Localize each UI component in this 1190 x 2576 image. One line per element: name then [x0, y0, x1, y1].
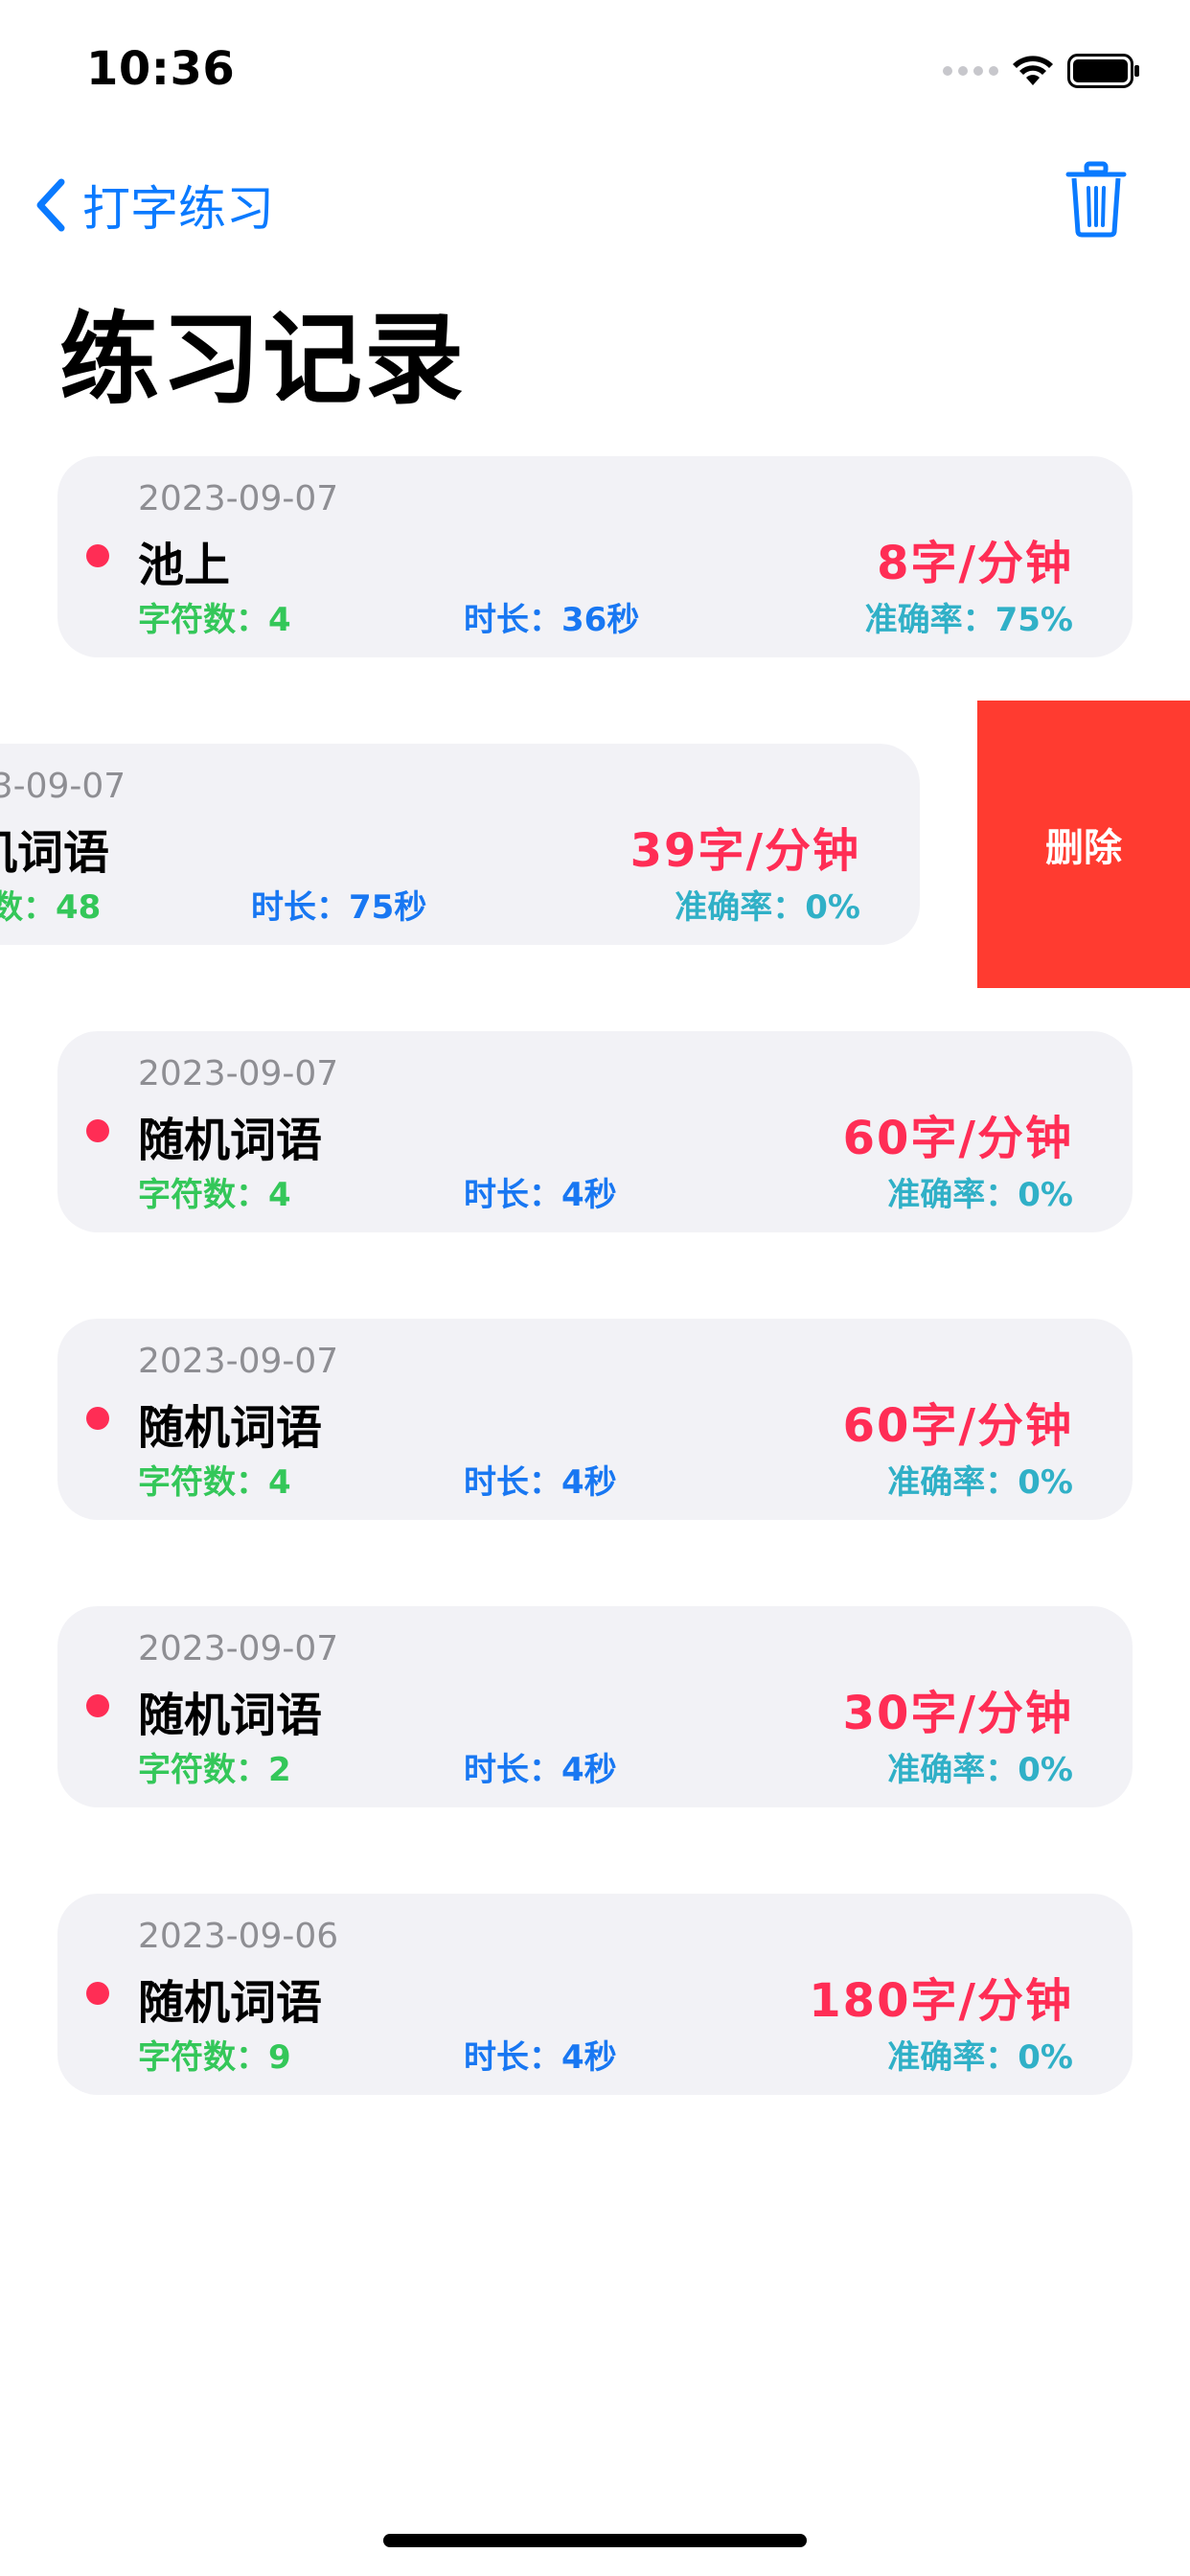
record-card-swiped[interactable]: 2023-09-07 随机词语 39字/分钟 字符数：48 时长：75秒 准确率… [0, 744, 920, 945]
trash-icon[interactable] [1065, 161, 1127, 238]
record-speed: 180字/分钟 [809, 1974, 1073, 2028]
battery-icon [1067, 54, 1139, 88]
record-date: 2023-09-07 [138, 1629, 339, 1668]
record-date: 2023-09-07 [138, 1342, 339, 1381]
record-char-count: 字符数：48 [0, 888, 102, 927]
back-button[interactable]: 打字练习 [34, 171, 274, 240]
record-date: 2023-09-07 [0, 767, 126, 806]
record-duration: 时长：4秒 [464, 2038, 617, 2077]
wifi-icon [1013, 56, 1053, 85]
record-accuracy: 准确率：0% [887, 1751, 1073, 1789]
record-duration: 时长：4秒 [464, 1176, 617, 1214]
record-accuracy: 准确率：0% [887, 1176, 1073, 1214]
record-speed: 60字/分钟 [842, 1399, 1073, 1453]
record-dot [86, 544, 109, 567]
home-indicator[interactable] [383, 2534, 807, 2547]
record-duration: 时长：4秒 [464, 1751, 617, 1789]
record-speed: 60字/分钟 [842, 1112, 1073, 1165]
delete-button[interactable]: 删除 [977, 701, 1190, 988]
record-card[interactable]: 2023-09-07 随机词语 60字/分钟 字符数：4 时长：4秒 准确率：0… [57, 1031, 1133, 1232]
record-speed: 39字/分钟 [629, 824, 860, 878]
screen: 10:36 打字练习 练习记录 2023-09-07 池上 8字/分钟 字符数：… [0, 0, 1190, 2576]
record-char-count: 字符数：4 [138, 1463, 291, 1502]
record-card[interactable]: 2023-09-07 池上 8字/分钟 字符数：4 时长：36秒 准确率：75% [57, 456, 1133, 657]
record-accuracy: 准确率：75% [864, 601, 1073, 639]
record-duration: 时长：4秒 [464, 1463, 617, 1502]
chevron-left-icon [36, 178, 65, 232]
record-card[interactable]: 2023-09-07 随机词语 60字/分钟 字符数：4 时长：4秒 准确率：0… [57, 1319, 1133, 1520]
record-card[interactable]: 2023-09-06 随机词语 180字/分钟 字符数：9 时长：4秒 准确率：… [57, 1894, 1133, 2095]
record-dot [86, 1407, 109, 1430]
record-accuracy: 准确率：0% [675, 888, 860, 927]
record-dot [86, 1982, 109, 2005]
record-char-count: 字符数：4 [138, 601, 291, 639]
record-card[interactable]: 2023-09-07 随机词语 30字/分钟 字符数：2 时长：4秒 准确率：0… [57, 1606, 1133, 1807]
record-duration: 时长：75秒 [251, 888, 427, 927]
record-title: 随机词语 [138, 1689, 323, 1742]
record-dot [86, 1119, 109, 1142]
status-icons [943, 52, 1140, 90]
record-char-count: 字符数：2 [138, 1751, 291, 1789]
record-duration: 时长：36秒 [464, 601, 640, 639]
record-date: 2023-09-06 [138, 1917, 339, 1956]
back-label: 打字练习 [82, 181, 274, 237]
record-title: 随机词语 [138, 1976, 323, 2030]
record-accuracy: 准确率：0% [887, 2038, 1073, 2077]
cellular-signal-icon [943, 66, 998, 76]
record-dot [86, 1694, 109, 1717]
page-title: 练习记录 [59, 301, 467, 418]
record-accuracy: 准确率：0% [887, 1463, 1073, 1502]
record-title: 随机词语 [0, 826, 110, 880]
record-title: 池上 [138, 539, 231, 592]
record-speed: 8字/分钟 [877, 537, 1073, 590]
record-speed: 30字/分钟 [842, 1687, 1073, 1740]
record-title: 随机词语 [138, 1114, 323, 1167]
record-date: 2023-09-07 [138, 479, 339, 518]
status-time: 10:36 [86, 42, 236, 96]
record-title: 随机词语 [138, 1401, 323, 1455]
record-char-count: 字符数：9 [138, 2038, 291, 2077]
record-date: 2023-09-07 [138, 1054, 339, 1093]
record-char-count: 字符数：4 [138, 1176, 291, 1214]
